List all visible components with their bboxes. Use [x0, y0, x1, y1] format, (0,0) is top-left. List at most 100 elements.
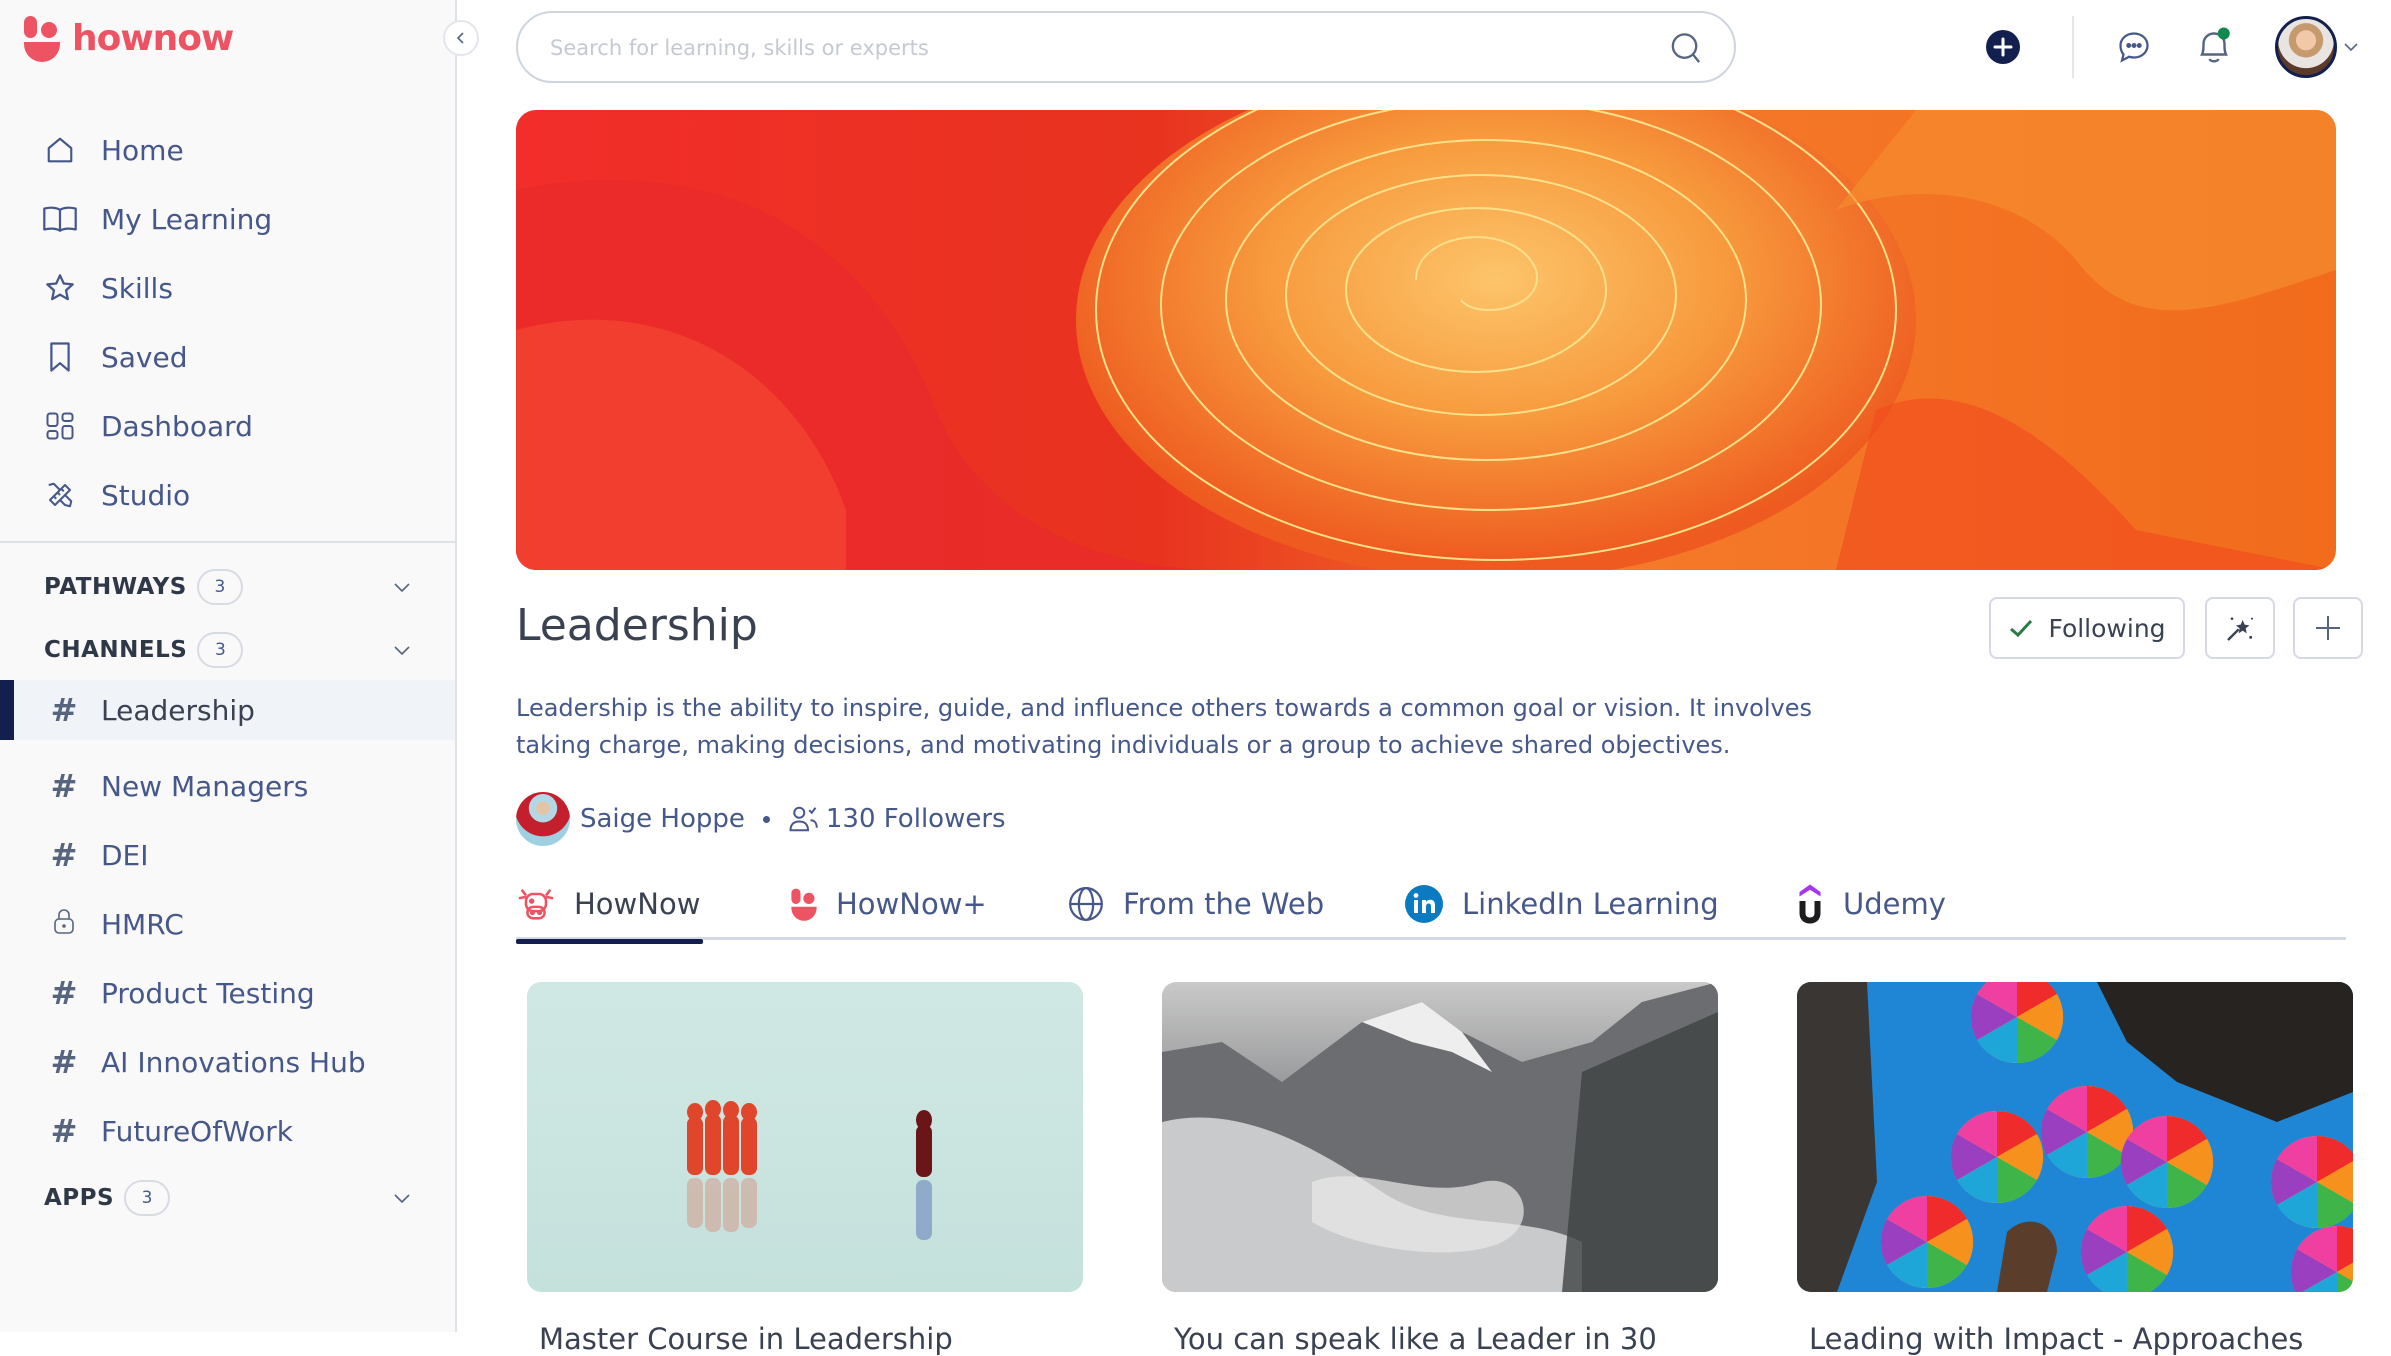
hash-icon: # — [50, 1043, 78, 1081]
search-icon[interactable] — [1668, 30, 1704, 72]
notifications-button[interactable] — [2194, 26, 2234, 68]
plus-icon — [2316, 616, 2340, 640]
linkedin-icon — [1405, 885, 1443, 923]
channel-owner-row: Saige Hoppe 130 Followers — [516, 792, 1006, 846]
create-button[interactable] — [1985, 29, 2021, 65]
header-divider — [2072, 16, 2074, 78]
channel-item-dei[interactable]: # DEI — [0, 825, 455, 885]
separator-dot — [762, 815, 770, 823]
channel-item-new-managers[interactable]: # New Managers — [0, 756, 455, 816]
card-title: You can speak like a Leader in 30 — [1174, 1322, 1657, 1356]
add-button[interactable] — [2293, 597, 2363, 659]
count-badge: 3 — [197, 632, 244, 668]
sidebar-item-label: Saved — [101, 340, 188, 374]
sidebar-item-home[interactable]: Home — [0, 122, 455, 178]
hash-icon: # — [50, 1112, 78, 1150]
chat-icon — [2119, 32, 2149, 63]
tab-label: HowNow+ — [836, 887, 987, 921]
channel-item-hmrc[interactable]: HMRC — [0, 894, 455, 954]
count-badge: 3 — [124, 1180, 171, 1216]
plus-circle-icon — [1986, 30, 2020, 64]
section-label: CHANNELS — [44, 637, 188, 663]
channel-banner-image — [516, 110, 2336, 570]
followers-icon — [789, 806, 818, 832]
brand-logo[interactable]: hownow — [22, 14, 234, 62]
hownow-logo-icon — [24, 16, 60, 62]
card-title: Master Course in Leadership — [539, 1322, 953, 1356]
chevron-down-icon[interactable] — [390, 575, 414, 603]
bookmark-icon — [43, 340, 77, 374]
grid-icon — [43, 409, 77, 443]
card-thumbnail — [1162, 982, 1718, 1292]
channel-label: AI Innovations Hub — [101, 1045, 366, 1079]
card-thumbnail — [1797, 982, 2353, 1292]
tab-udemy[interactable]: Udemy — [1795, 868, 1946, 940]
source-tabs: HowNow HowNow+ From the Web LinkedIn Lea… — [516, 868, 2346, 944]
user-avatar[interactable] — [2275, 16, 2337, 78]
section-label: PATHWAYS — [44, 574, 187, 600]
channel-item-product-testing[interactable]: # Product Testing — [0, 963, 455, 1023]
channel-label: Product Testing — [101, 976, 315, 1010]
tab-hownow-plus[interactable]: HowNow+ — [790, 868, 987, 940]
lock-icon — [48, 905, 80, 943]
tab-label: HowNow — [574, 887, 701, 921]
channel-label: New Managers — [101, 769, 309, 803]
tab-from-the-web[interactable]: From the Web — [1067, 868, 1324, 940]
chevron-down-icon — [2344, 43, 2358, 52]
sidebar-item-label: Studio — [101, 478, 191, 512]
collapse-sidebar-button[interactable] — [443, 20, 479, 56]
sidebar-item-saved[interactable]: Saved — [0, 329, 455, 385]
check-icon — [2010, 619, 2033, 638]
sidebar-item-dashboard[interactable]: Dashboard — [0, 398, 455, 454]
star-icon — [43, 271, 77, 305]
bell-icon — [2200, 27, 2230, 63]
card-title: Leading with Impact - Approaches — [1809, 1322, 2304, 1356]
brand-name: hownow — [72, 17, 234, 59]
sidebar-item-studio[interactable]: Studio — [0, 467, 455, 523]
hash-icon: # — [50, 974, 78, 1012]
pathways-section-header[interactable]: PATHWAYS 3 — [44, 567, 434, 607]
sidebar-item-my-learning[interactable]: My Learning — [0, 191, 455, 247]
content-card[interactable]: Leading with Impact - Approaches — [1797, 982, 2353, 1356]
chevron-left-icon — [456, 32, 464, 44]
hownow-cow-icon — [518, 888, 554, 920]
following-button[interactable]: Following — [1989, 597, 2185, 659]
sidebar-divider — [0, 541, 456, 543]
tab-label: LinkedIn Learning — [1462, 887, 1719, 921]
sidebar-item-label: Skills — [101, 271, 173, 305]
chevron-down-icon[interactable] — [390, 1186, 414, 1214]
udemy-icon — [1799, 884, 1821, 924]
tab-hownow[interactable]: HowNow — [516, 868, 703, 944]
sidebar-item-skills[interactable]: Skills — [0, 260, 455, 316]
hash-icon: # — [50, 836, 78, 874]
channel-item-ai-innovations-hub[interactable]: # AI Innovations Hub — [0, 1032, 455, 1092]
apps-section-header[interactable]: APPS 3 — [44, 1178, 434, 1218]
tab-linkedin-learning[interactable]: LinkedIn Learning — [1404, 868, 1719, 940]
channels-section-header[interactable]: CHANNELS 3 — [44, 630, 434, 670]
account-menu-toggle[interactable] — [2342, 38, 2360, 56]
followers-count[interactable]: 130 Followers — [826, 804, 1006, 834]
messages-button[interactable] — [2115, 28, 2153, 66]
sidebar: hownow Home My Learning Skills Saved Das… — [0, 0, 457, 1332]
channel-item-leadership[interactable]: # Leadership — [0, 680, 455, 740]
tab-label: Udemy — [1843, 887, 1946, 921]
book-open-icon — [43, 202, 77, 236]
card-thumbnail — [527, 982, 1083, 1292]
content-card[interactable]: You can speak like a Leader in 30 — [1162, 982, 1718, 1356]
chevron-down-icon[interactable] — [390, 638, 414, 666]
owner-name[interactable]: Saige Hoppe — [580, 804, 745, 834]
channel-label: FutureOfWork — [101, 1114, 293, 1148]
search-bar — [516, 11, 1736, 83]
channel-description: Leadership is the ability to inspire, gu… — [516, 694, 1812, 759]
content-card[interactable]: Master Course in Leadership — [527, 982, 1083, 1356]
home-icon — [43, 133, 77, 167]
ai-magic-button[interactable] — [2205, 597, 2275, 659]
section-label: APPS — [44, 1185, 115, 1211]
pencil-ruler-icon — [43, 478, 77, 512]
globe-icon — [1069, 887, 1103, 921]
count-badge: 3 — [196, 569, 243, 605]
channel-label: HMRC — [101, 907, 184, 941]
owner-avatar[interactable] — [516, 792, 570, 846]
channel-item-futureofwork[interactable]: # FutureOfWork — [0, 1101, 455, 1161]
search-input[interactable] — [550, 31, 1630, 65]
